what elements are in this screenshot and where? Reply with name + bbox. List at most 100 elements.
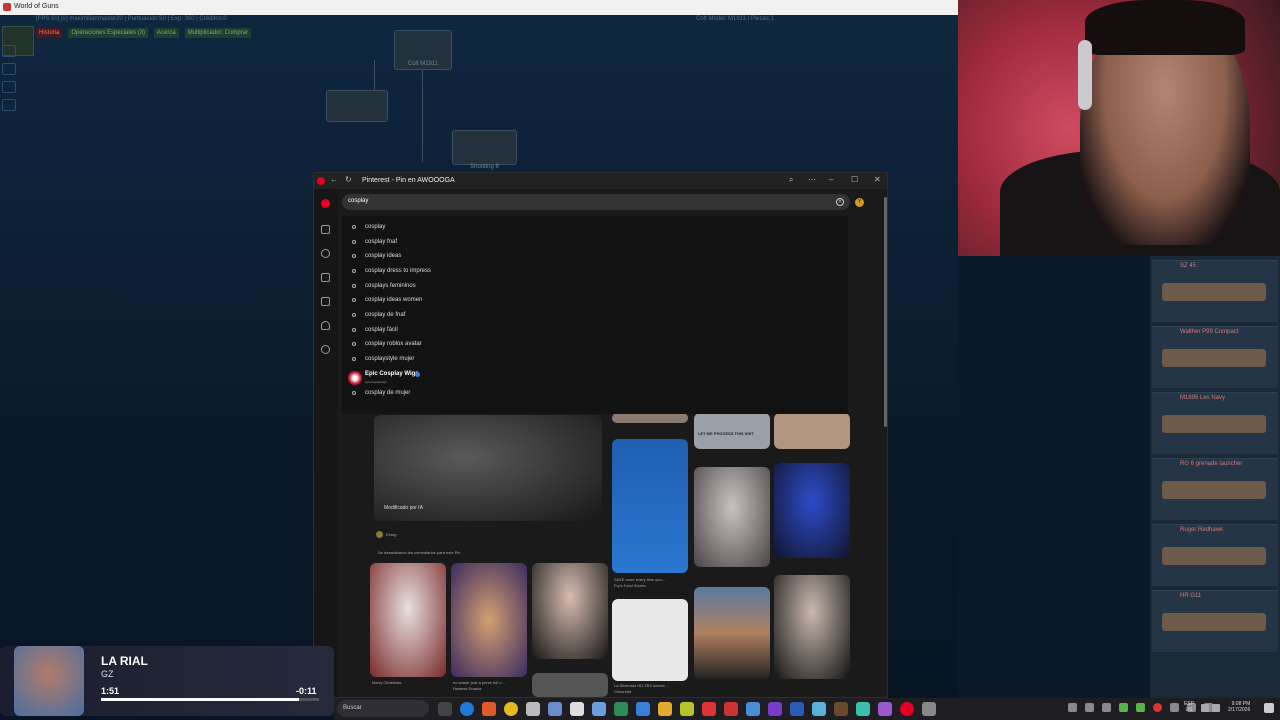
suggestion-item[interactable]: cosplay ideas women (352, 297, 422, 303)
close-icon[interactable]: ✕ (874, 175, 881, 184)
app-icon[interactable] (856, 702, 870, 716)
search-icon (352, 357, 356, 361)
tray-icon[interactable] (1085, 703, 1094, 712)
folder-icon[interactable] (658, 702, 672, 716)
brave-icon[interactable] (482, 702, 496, 716)
suggestion-item[interactable]: cosplay de fnaf (352, 312, 405, 318)
app-icon[interactable] (922, 702, 936, 716)
locked-node[interactable] (326, 90, 388, 122)
tab-about[interactable]: Acerca (154, 28, 179, 38)
gun-node[interactable]: Colt M1911 (394, 30, 452, 70)
app-icon[interactable] (680, 702, 694, 716)
user-avatar[interactable] (376, 531, 383, 538)
pin-image[interactable] (774, 463, 850, 558)
wifi-icon[interactable] (1201, 704, 1209, 712)
messages-icon[interactable] (321, 345, 330, 354)
pin-image[interactable] (532, 563, 608, 659)
gun-slot[interactable]: SZ 45 (1152, 260, 1278, 322)
list-icon[interactable] (2, 63, 16, 75)
suggestion-item[interactable]: cosplay fnaf (352, 239, 397, 245)
pinterest-home-logo-icon[interactable] (321, 199, 330, 208)
gun-slot[interactable]: Walther P99 Compact (1152, 326, 1278, 388)
pin-image[interactable] (532, 673, 608, 697)
pin-image[interactable] (694, 587, 770, 679)
tray-icon[interactable] (1119, 703, 1128, 712)
app-icon[interactable] (570, 702, 584, 716)
app-icon[interactable] (702, 702, 716, 716)
pin-image-ad[interactable] (612, 439, 688, 573)
pinterest-taskbar-icon[interactable] (900, 702, 914, 716)
app-icon[interactable] (834, 702, 848, 716)
app-icon[interactable] (768, 702, 782, 716)
game-stats-right: Colt Model: M1911 | Piezas:1 (696, 16, 774, 22)
suggestion-item[interactable]: cosplay (352, 224, 385, 230)
gift-icon[interactable] (2, 99, 16, 111)
taskbar-clock[interactable]: 9:08 PM 2/17/2026 (1228, 701, 1250, 713)
pin-image[interactable] (774, 413, 850, 449)
task-view-icon[interactable] (438, 702, 452, 716)
app-icon[interactable] (614, 702, 628, 716)
tray-icon[interactable] (1153, 703, 1162, 712)
gun-slot[interactable]: RG 6 grenade launcher (1152, 458, 1278, 520)
suggestion-item[interactable]: cosplay roblox avatar (352, 341, 422, 347)
suggestion-item[interactable]: cosplay dress to impress (352, 268, 431, 274)
clear-search-icon[interactable]: × (836, 198, 844, 206)
app-icon[interactable] (724, 702, 738, 716)
pin-image[interactable] (370, 563, 446, 677)
zoom-icon[interactable]: ⌕ (789, 175, 793, 185)
track-remaining-time: -0:11 (296, 686, 317, 696)
search-icon[interactable] (2, 45, 16, 57)
back-icon[interactable]: ← (330, 175, 338, 184)
suggestion-item[interactable]: cosplay fácil (352, 327, 398, 333)
app-icon[interactable] (526, 702, 540, 716)
pin-image[interactable] (451, 563, 527, 677)
app-icon[interactable] (878, 702, 892, 716)
tab-special-ops[interactable]: Operaciones Especiales (3) (68, 28, 149, 38)
notifications-icon[interactable] (321, 321, 330, 330)
settings-icon[interactable] (592, 702, 606, 716)
suggestion-item[interactable]: cosplay ideas (352, 253, 401, 259)
suggestion-item[interactable]: cosplaystyle mujer (352, 356, 414, 362)
tab-history[interactable]: Historia (36, 28, 63, 38)
taskbar-search[interactable]: Buscar (337, 700, 429, 717)
home-icon[interactable] (321, 225, 330, 234)
gun-slot[interactable]: HR G11 (1152, 590, 1278, 652)
pin-image-chevrolet[interactable] (612, 599, 688, 681)
maximize-icon[interactable]: ☐ (851, 175, 858, 184)
more-icon[interactable]: ⋯ (808, 175, 816, 184)
tray-icon[interactable] (1102, 703, 1111, 712)
refresh-icon[interactable]: ↻ (345, 175, 352, 184)
pin-image[interactable] (774, 575, 850, 679)
profile-avatar[interactable]: Y (855, 198, 864, 207)
app-icon[interactable] (636, 702, 650, 716)
chevron-up-icon[interactable] (1068, 703, 1077, 712)
suggestion-item[interactable]: cosplay de mujer (352, 390, 410, 396)
app-icon[interactable] (746, 702, 760, 716)
pin-user[interactable]: Ehsrg (386, 532, 396, 537)
target-node[interactable]: Shooting 6 (452, 130, 517, 170)
volume-icon[interactable] (1212, 704, 1220, 712)
app-icon[interactable] (812, 702, 826, 716)
keyboard-language[interactable]: ESP US (1184, 701, 1194, 713)
gun-slot[interactable]: Ruger Redhawk (1152, 524, 1278, 586)
tab-multiplier[interactable]: Multiplicador: Comprar (184, 28, 252, 38)
tray-icon[interactable] (1136, 703, 1145, 712)
chrome-icon[interactable] (504, 702, 518, 716)
create-icon[interactable] (321, 297, 330, 306)
boards-icon[interactable] (321, 273, 330, 282)
notification-icon[interactable] (1264, 703, 1274, 713)
app-icon[interactable] (548, 702, 562, 716)
search-input[interactable]: cosplay (342, 194, 850, 210)
edge-icon[interactable] (460, 702, 474, 716)
scrollbar[interactable] (884, 197, 887, 427)
gun-image (1162, 547, 1266, 565)
pin-image[interactable] (694, 467, 770, 567)
minimize-icon[interactable]: – (829, 175, 833, 184)
suggestion-item[interactable]: cosplays femininos (352, 283, 416, 289)
tray-icon[interactable] (1170, 703, 1179, 712)
app-icon[interactable] (790, 702, 804, 716)
layers-icon[interactable] (2, 81, 16, 93)
gun-slot[interactable]: M1896 Les Navy (1152, 392, 1278, 454)
pin-image[interactable] (612, 413, 688, 423)
explore-icon[interactable] (321, 249, 330, 258)
